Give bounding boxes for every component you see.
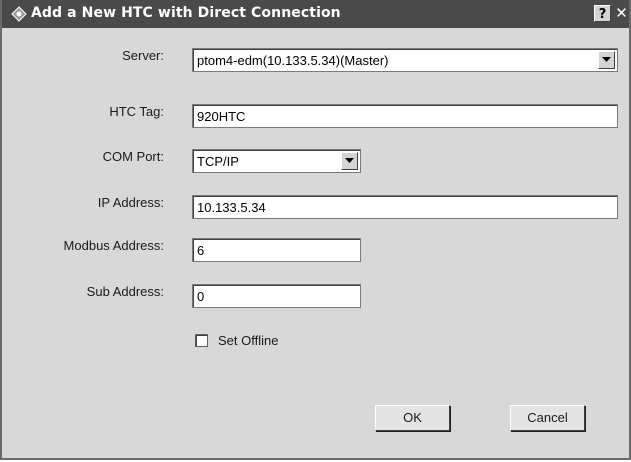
com-port-value: TCP/IP — [197, 154, 239, 169]
sub-address-input[interactable]: 0 — [192, 284, 361, 308]
help-button[interactable]: ? — [594, 5, 611, 22]
server-value: ptom4-edm(10.133.5.34)(Master) — [197, 53, 389, 68]
app-diamond-icon — [11, 6, 27, 22]
chevron-down-icon — [345, 158, 354, 163]
sub-address-label: Sub Address: — [86, 284, 164, 299]
com-port-select[interactable]: TCP/IP — [192, 149, 361, 173]
set-offline-checkbox[interactable] — [195, 334, 208, 347]
htc-tag-value: 920HTC — [197, 109, 246, 124]
title-bar[interactable]: Add a New HTC with Direct Connection ? ✕ — [2, 0, 629, 28]
ip-address-input[interactable]: 10.133.5.34 — [192, 195, 618, 219]
modbus-address-input[interactable]: 6 — [192, 238, 361, 262]
com-port-label: COM Port: — [102, 149, 164, 164]
modbus-address-label: Modbus Address: — [63, 238, 164, 253]
ip-address-value: 10.133.5.34 — [197, 200, 266, 215]
chevron-down-icon — [602, 57, 611, 62]
server-select[interactable]: ptom4-edm(10.133.5.34)(Master) — [192, 48, 618, 72]
set-offline-label[interactable]: Set Offline — [218, 333, 278, 348]
ip-address-label: IP Address: — [97, 195, 164, 210]
cancel-button[interactable]: Cancel — [510, 405, 585, 431]
server-label: Server: — [122, 48, 164, 63]
modbus-address-value: 6 — [197, 243, 205, 258]
dialog-title: Add a New HTC with Direct Connection — [31, 5, 341, 21]
close-button[interactable]: ✕ — [614, 5, 629, 22]
server-dropdown-button[interactable] — [598, 51, 615, 69]
htc-tag-input[interactable]: 920HTC — [192, 104, 618, 128]
com-port-dropdown-button[interactable] — [341, 152, 358, 170]
ok-button[interactable]: OK — [375, 405, 450, 431]
add-htc-dialog: Add a New HTC with Direct Connection ? ✕… — [0, 0, 631, 460]
sub-address-value: 0 — [197, 289, 205, 304]
htc-tag-label: HTC Tag: — [109, 104, 164, 119]
